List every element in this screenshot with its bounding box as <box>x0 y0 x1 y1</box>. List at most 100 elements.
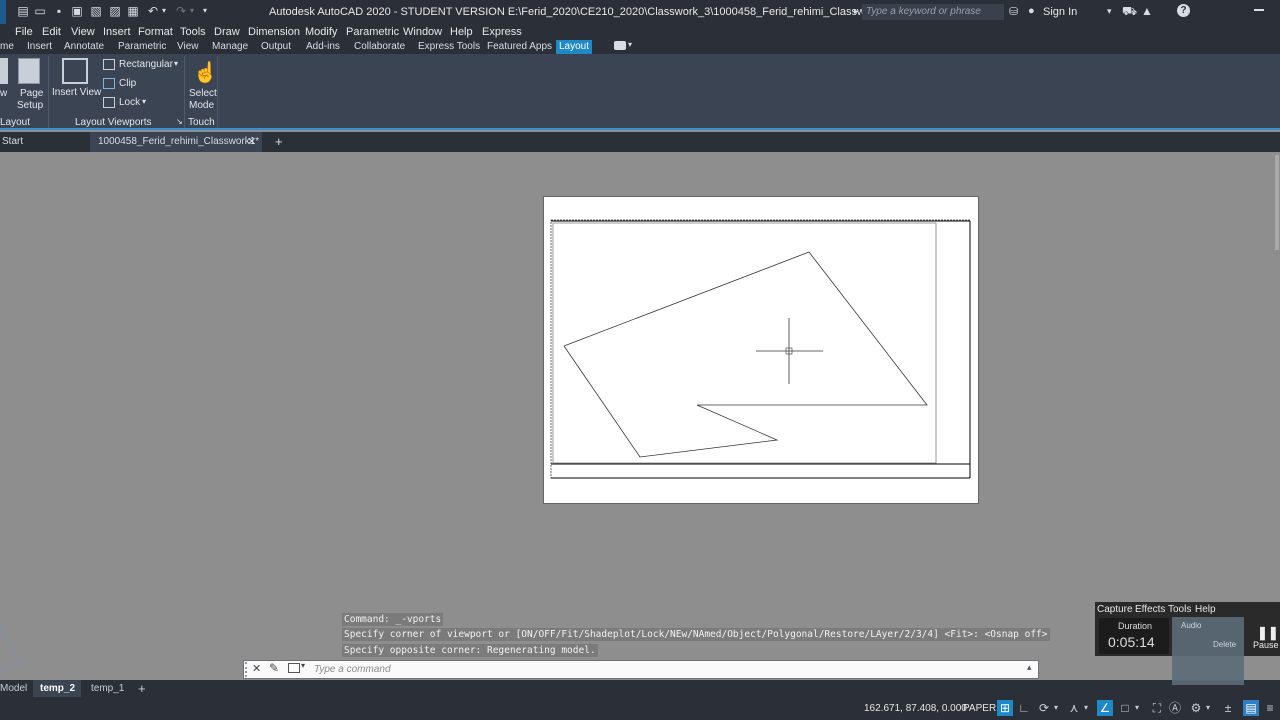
tab-manage[interactable]: Manage <box>212 40 248 54</box>
customization-icon[interactable]: ≡ <box>1262 700 1278 716</box>
page-setup-label-2[interactable]: Setup <box>17 100 43 111</box>
plus-minus-icon[interactable]: ± <box>1220 700 1236 716</box>
tab-view[interactable]: View <box>177 40 199 54</box>
page-setup-label-1[interactable]: Page <box>20 88 43 99</box>
save-icon[interactable]: ▪ <box>52 4 66 18</box>
grid-icon[interactable]: ⊞ <box>997 700 1013 716</box>
new-layout-label[interactable]: w <box>0 88 7 99</box>
help-search-input[interactable]: Type a keyword or phrase <box>862 4 1004 20</box>
select-mode-label-2[interactable]: Mode <box>189 100 214 111</box>
save-web-icon[interactable]: ▨ <box>108 4 122 18</box>
close-tab-icon[interactable]: ✕ <box>247 132 256 152</box>
rectangular-viewport-button[interactable]: Rectangular <box>119 59 173 70</box>
viewport-drawing[interactable] <box>543 196 979 504</box>
clip-button[interactable]: Clip <box>119 78 136 89</box>
undo-icon[interactable]: ↶ <box>146 4 160 18</box>
help-icon[interactable]: ? <box>1177 4 1190 17</box>
menu-format[interactable]: Format <box>138 24 173 40</box>
insert-view-icon[interactable] <box>62 58 88 84</box>
menu-view[interactable]: View <box>71 24 95 40</box>
settings-dropdown-icon[interactable]: ▾ <box>1204 700 1212 716</box>
new-layout-icon[interactable] <box>0 58 8 84</box>
undo-dropdown-icon[interactable]: ▾ <box>160 4 168 18</box>
clip-icon[interactable] <box>103 78 115 89</box>
rectangular-dropdown-icon[interactable]: ▾ <box>174 59 178 68</box>
layout-tab-temp-2[interactable]: temp_2 <box>40 681 75 696</box>
save-as-icon[interactable]: ▣ <box>70 4 84 18</box>
new-tab-icon[interactable]: + <box>275 132 283 152</box>
file-tab-active[interactable]: 1000458_Ferid_rehimi_Classwork1* <box>98 132 259 152</box>
rectangular-viewport-icon[interactable] <box>103 59 115 70</box>
recorder-menu-tools[interactable]: Tools <box>1168 604 1191 615</box>
tab-output[interactable]: Output <box>261 40 291 54</box>
plot-icon[interactable]: ▦ <box>126 4 140 18</box>
redo-dropdown-icon[interactable]: ▾ <box>188 4 196 18</box>
recorder-menu-effects[interactable]: Effects <box>1135 604 1165 615</box>
binoculars-icon[interactable]: ⛁ <box>1009 5 1018 18</box>
object-snap-dropdown-icon[interactable]: ▾ <box>1133 700 1141 716</box>
pause-icon[interactable]: ❚❚ <box>1257 625 1279 641</box>
open-web-icon[interactable]: ▧ <box>89 4 103 18</box>
menu-parametric[interactable]: Parametric <box>346 24 399 40</box>
sign-in-link[interactable]: Sign In <box>1043 6 1077 18</box>
polar-dropdown-icon[interactable]: ▾ <box>1052 700 1060 716</box>
coordinates-readout[interactable]: 162.671, 87.408, 0.000 <box>864 703 967 714</box>
command-grip-icon[interactable] <box>245 662 249 677</box>
page-setup-icon[interactable] <box>18 58 40 84</box>
pause-label[interactable]: Pause <box>1253 640 1279 650</box>
tab-home[interactable]: me <box>0 40 14 54</box>
panel-expand-icon[interactable]: ↘ <box>176 117 183 126</box>
lock-icon[interactable] <box>103 97 115 108</box>
tab-layout[interactable]: Layout <box>556 40 593 54</box>
file-tab-start[interactable]: Start <box>2 132 23 152</box>
tab-add-ins[interactable]: Add-ins <box>306 40 340 54</box>
layout-tab-temp-1[interactable]: temp_1 <box>91 681 124 696</box>
menu-edit[interactable]: Edit <box>42 24 61 40</box>
vertical-scrollbar[interactable] <box>1275 155 1279 250</box>
recorder-menu-help[interactable]: Help <box>1195 604 1216 615</box>
menu-modify[interactable]: Modify <box>305 24 337 40</box>
menu-window[interactable]: Window <box>403 24 442 40</box>
polar-tracking-icon[interactable]: ⟳ <box>1036 700 1052 716</box>
menu-draw[interactable]: Draw <box>214 24 240 40</box>
tab-express-tools[interactable]: Express Tools <box>418 40 480 54</box>
close-command-line-icon[interactable]: ✕ <box>252 662 261 675</box>
tab-collaborate[interactable]: Collaborate <box>354 40 405 54</box>
object-snap-tracking-icon[interactable]: ∠ <box>1097 700 1113 716</box>
redo-icon[interactable]: ↷ <box>174 4 188 18</box>
new-layout-tab-icon[interactable]: + <box>138 681 146 696</box>
ortho-icon[interactable]: ∟ <box>1016 700 1032 716</box>
delete-label[interactable]: Delete <box>1213 640 1236 649</box>
object-snap-icon[interactable]: □ <box>1117 700 1133 716</box>
recent-commands-dropdown-icon[interactable]: ▾ <box>301 661 305 670</box>
customize-toolbar-icon[interactable]: ▾ <box>200 4 210 18</box>
annotation-scale-icon[interactable]: Ⓐ <box>1167 700 1183 716</box>
lock-button[interactable]: Lock <box>119 97 140 108</box>
select-mode-hand-icon[interactable]: ☝ <box>193 60 218 85</box>
autodesk-app-icon[interactable]: ▲ <box>1141 4 1153 18</box>
menu-file[interactable]: File <box>15 24 33 40</box>
menu-help[interactable]: Help <box>450 24 473 40</box>
open-file-icon[interactable]: ▭ <box>33 4 47 18</box>
sign-in-dropdown-icon[interactable]: ▾ <box>1107 6 1112 17</box>
command-input[interactable]: Type a command <box>308 660 1023 679</box>
tab-parametric[interactable]: Parametric <box>118 40 166 54</box>
menu-tools[interactable]: Tools <box>180 24 206 40</box>
select-mode-label-1[interactable]: Select <box>189 88 217 99</box>
command-history-toggle-icon[interactable]: ▴ <box>1027 662 1032 673</box>
menu-express[interactable]: Express <box>482 24 522 40</box>
new-file-icon[interactable]: ▤ <box>16 4 30 18</box>
hardware-acceleration-icon[interactable]: ▤ <box>1243 700 1259 716</box>
isometric-icon[interactable]: ⋏ <box>1066 700 1082 716</box>
recorder-menu-capture[interactable]: Capture <box>1097 604 1133 615</box>
minimize-icon[interactable] <box>1254 9 1264 11</box>
isometric-dropdown-icon[interactable]: ▾ <box>1082 700 1090 716</box>
user-icon[interactable]: ● <box>1028 5 1035 17</box>
ribbon-options-icon[interactable] <box>614 41 626 50</box>
settings-gear-icon[interactable]: ⚙ <box>1188 700 1204 716</box>
recent-commands-icon[interactable] <box>288 663 300 673</box>
search-expand-icon[interactable]: ▸ <box>854 6 859 17</box>
menu-dimension[interactable]: Dimension <box>248 24 300 40</box>
customize-command-icon[interactable]: ✎ <box>269 661 279 675</box>
paper-space-toggle[interactable]: PAPER <box>963 703 996 714</box>
